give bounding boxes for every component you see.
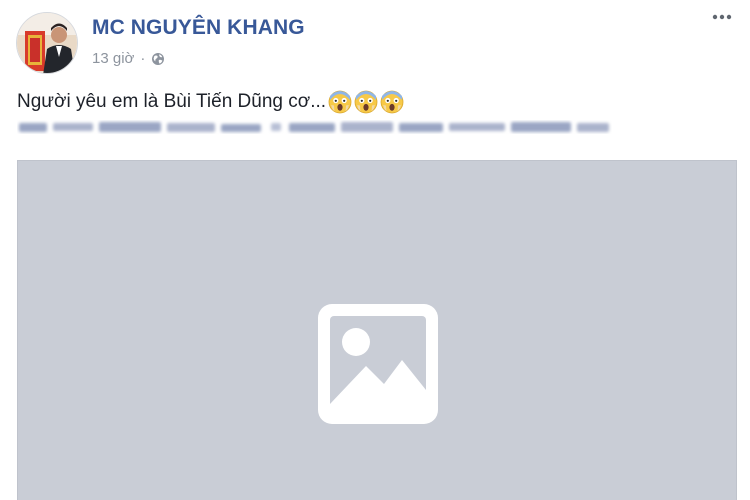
more-options-button[interactable]	[710, 14, 734, 36]
face-screaming-in-fear-icon	[354, 90, 378, 114]
author-avatar[interactable]	[16, 12, 78, 74]
post-message: Người yêu em là Bùi Tiến Dũng cơ...	[17, 90, 404, 114]
post-header: MC NGUYÊN KHANG 13 giờ ·	[16, 12, 734, 76]
facebook-post: MC NGUYÊN KHANG 13 giờ · Người yêu em là…	[0, 0, 750, 500]
post-image-placeholder[interactable]	[17, 160, 737, 500]
post-message-text: Người yêu em là Bùi Tiến Dũng cơ...	[17, 91, 327, 112]
blurred-link-text[interactable]	[17, 120, 612, 134]
avatar-image	[17, 13, 77, 73]
author-name[interactable]: MC NGUYÊN KHANG	[92, 16, 305, 40]
face-screaming-in-fear-icon	[328, 90, 352, 114]
image-placeholder-icon	[318, 304, 438, 424]
globe-icon[interactable]	[151, 52, 165, 66]
post-meta: 13 giờ ·	[92, 50, 165, 67]
post-time[interactable]: 13 giờ	[92, 50, 134, 67]
face-screaming-in-fear-icon	[380, 90, 404, 114]
meta-separator: ·	[140, 50, 146, 67]
more-dots-icon	[712, 14, 732, 20]
